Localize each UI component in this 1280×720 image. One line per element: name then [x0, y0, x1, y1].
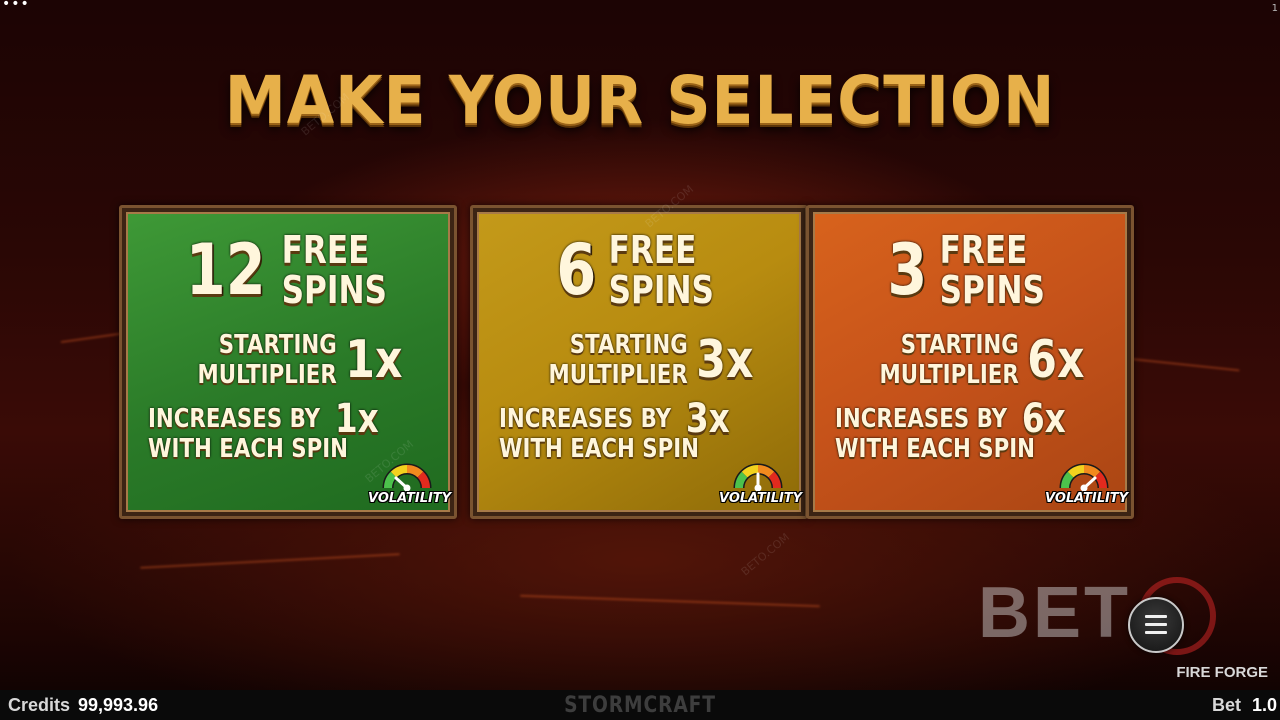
option-card-6-spins[interactable]: 6 FREE SPINS STARTING MULTIPLIER 3x INCR…	[470, 205, 808, 519]
multiplier-label: STARTING MULTIPLIER	[549, 330, 688, 390]
option-card-12-spins[interactable]: 12 FREE SPINS STARTING MULTIPLIER 1x INC…	[119, 205, 457, 519]
increase-block: INCREASES BY 6x WITH EACH SPIN	[835, 396, 1079, 464]
spins-count: 12	[185, 229, 266, 311]
increases-by-label: INCREASES BY	[148, 404, 321, 434]
increase-value: 1x	[334, 396, 379, 442]
increases-by-label: INCREASES BY	[499, 404, 672, 434]
volatility-badge: VOLATILITY	[719, 456, 803, 506]
multiplier-label: STARTING MULTIPLIER	[198, 330, 337, 390]
free-spins-label: FREE SPINS	[940, 230, 1045, 310]
lava-streak	[520, 594, 820, 608]
beto-watermark-logo: BET	[978, 573, 1131, 653]
card-content: 6 FREE SPINS STARTING MULTIPLIER 3x INCR…	[473, 208, 805, 516]
menu-button[interactable]	[1128, 597, 1184, 653]
increases-by-label: INCREASES BY	[835, 404, 1008, 434]
spins-label: SPINS	[939, 268, 1046, 312]
free-label: FREE	[282, 228, 370, 272]
increase-block: INCREASES BY 1x WITH EACH SPIN	[148, 396, 392, 464]
with-each-spin-label: WITH EACH SPIN	[148, 434, 348, 464]
starting-label: STARTING	[218, 330, 337, 360]
lava-streak	[140, 553, 400, 569]
increase-value: 3x	[685, 396, 730, 442]
free-label: FREE	[939, 228, 1028, 272]
multiplier-row: STARTING MULTIPLIER 6x	[809, 330, 1131, 390]
multiplier-value: 1x	[345, 330, 403, 390]
multiplier-row: STARTING MULTIPLIER 3x	[473, 330, 805, 390]
increase-block: INCREASES BY 3x WITH EACH SPIN	[499, 396, 743, 464]
free-spins-label: FREE SPINS	[609, 230, 714, 310]
spins-label: SPINS	[282, 268, 388, 312]
volatility-label: VOLATILITY	[719, 491, 803, 506]
multiplier-word: MULTIPLIER	[879, 360, 1019, 390]
spins-count: 3	[887, 229, 928, 311]
multiplier-value: 6x	[1027, 330, 1085, 390]
spins-row: 6 FREE SPINS	[473, 230, 805, 310]
bet-value[interactable]: 1.0	[1252, 695, 1277, 716]
credits-label: Credits	[8, 695, 71, 715]
starting-label: STARTING	[569, 330, 688, 360]
volatility-label: VOLATILITY	[1045, 491, 1129, 506]
spins-label: SPINS	[608, 268, 715, 312]
multiplier-word: MULTIPLIER	[197, 360, 337, 390]
multiplier-word: MULTIPLIER	[548, 360, 688, 390]
page-title: MAKE YOUR SELECTION	[224, 62, 1056, 139]
card-content: 3 FREE SPINS STARTING MULTIPLIER 6x INCR…	[809, 208, 1131, 516]
brand-logo: STORMCRAFT	[564, 693, 716, 718]
spins-count: 6	[556, 229, 597, 311]
bet-label: Bet	[1212, 695, 1242, 715]
multiplier-label: STARTING MULTIPLIER	[880, 330, 1019, 390]
spins-row: 12 FREE SPINS	[122, 230, 454, 310]
with-each-spin-label: WITH EACH SPIN	[835, 434, 1035, 464]
volatility-label: VOLATILITY	[368, 491, 452, 506]
free-spins-label: FREE SPINS	[282, 230, 387, 310]
multiplier-row: STARTING MULTIPLIER 1x	[122, 330, 454, 390]
card-content: 12 FREE SPINS STARTING MULTIPLIER 1x INC…	[122, 208, 454, 516]
volatility-badge: VOLATILITY	[1045, 456, 1129, 506]
increase-value: 6x	[1021, 396, 1066, 442]
watermark-text: BETO.COM	[738, 530, 793, 579]
game-name: FIRE FORGE	[1176, 664, 1268, 681]
option-card-3-spins[interactable]: 3 FREE SPINS STARTING MULTIPLIER 6x INCR…	[806, 205, 1134, 519]
starting-label: STARTING	[900, 330, 1019, 360]
spins-row: 3 FREE SPINS	[809, 230, 1131, 310]
top-right-mark: 1	[1271, 3, 1278, 14]
with-each-spin-label: WITH EACH SPIN	[499, 434, 699, 464]
multiplier-value: 3x	[696, 330, 754, 390]
bottom-status-bar: Credits 99,993.96 STORMCRAFT Bet 1.0	[0, 690, 1280, 720]
top-dots-indicator: •••	[2, 0, 30, 12]
free-label: FREE	[608, 228, 697, 272]
